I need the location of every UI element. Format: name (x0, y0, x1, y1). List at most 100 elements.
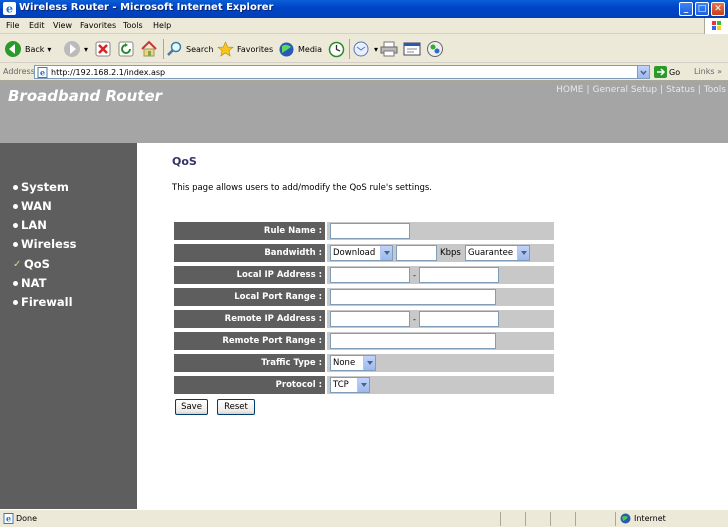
nav-tools[interactable]: Tools (704, 85, 726, 95)
protocol-select[interactable]: TCP (330, 377, 370, 393)
bullet-icon (13, 184, 18, 190)
stop-icon (95, 41, 111, 57)
toolbar: Back ▾ ▾ Search Favorites Media ▾ (0, 35, 728, 63)
printer-icon (380, 41, 398, 57)
print-button[interactable] (380, 39, 398, 59)
minimize-button[interactable]: _ (679, 2, 693, 16)
remote-ip-end-input[interactable] (419, 311, 499, 327)
remote-port-label: Remote Port Range : (174, 332, 325, 350)
bullet-icon (13, 222, 18, 228)
go-button[interactable]: Go (654, 66, 680, 78)
remote-ip-start-input[interactable] (330, 311, 410, 327)
chevron-down-icon (380, 246, 392, 260)
security-zone: Internet (620, 513, 666, 524)
refresh-icon (118, 41, 134, 57)
local-port-label: Local Port Range : (174, 288, 325, 306)
back-button[interactable]: Back ▾ (4, 39, 51, 59)
protocol-label: Protocol : (174, 376, 325, 394)
sidebar-item-lan[interactable]: LAN (13, 218, 47, 232)
local-port-input[interactable] (330, 289, 496, 305)
page-description: This page allows users to add/modify the… (172, 183, 432, 193)
address-label: Address (3, 67, 35, 76)
sidebar-item-wireless[interactable]: Wireless (13, 237, 77, 251)
sidebar-item-system[interactable]: System (13, 180, 69, 194)
local-ip-start-input[interactable] (330, 267, 410, 283)
links-button[interactable]: Links » (694, 67, 722, 76)
bullet-icon (13, 203, 18, 209)
nav-general-setup[interactable]: General Setup (593, 85, 658, 95)
address-bar: Address e http://192.168.2.1/index.asp G… (0, 63, 728, 81)
remote-ip-separator: - (413, 315, 416, 324)
sidebar-item-wan[interactable]: WAN (13, 199, 52, 213)
local-ip-label: Local IP Address : (174, 266, 325, 284)
remote-ip-label: Remote IP Address : (174, 310, 325, 328)
row-protocol: Protocol : TCP (174, 376, 554, 394)
status-divider (500, 512, 501, 526)
svg-text:e: e (6, 3, 13, 16)
chevron-down-icon (363, 356, 375, 370)
favorites-button[interactable]: Favorites (217, 39, 273, 59)
menu-help[interactable]: Help (153, 21, 171, 30)
ie-icon: e (3, 2, 16, 15)
menu-favorites[interactable]: Favorites (80, 21, 116, 30)
bandwidth-mode-select[interactable]: Guarantee (465, 245, 530, 261)
local-ip-separator: - (413, 271, 416, 280)
menu-view[interactable]: View (53, 21, 72, 30)
nav-status[interactable]: Status (666, 85, 695, 95)
row-remote-ip: Remote IP Address : - (174, 310, 554, 328)
address-input[interactable]: e http://192.168.2.1/index.asp (34, 65, 650, 79)
search-icon (167, 41, 182, 56)
sidebar-item-nat[interactable]: NAT (13, 276, 46, 290)
local-ip-end-input[interactable] (419, 267, 499, 283)
nav-home[interactable]: HOME (556, 85, 583, 95)
history-button[interactable] (328, 39, 345, 59)
windows-flag-icon (704, 18, 728, 34)
edit-button[interactable] (403, 39, 421, 59)
forward-button[interactable]: ▾ (63, 39, 88, 59)
reset-button[interactable]: Reset (217, 399, 255, 415)
messenger-icon (427, 41, 443, 57)
messenger-button[interactable] (426, 39, 444, 59)
rule-name-label: Rule Name : (174, 222, 325, 240)
status-divider (525, 512, 526, 526)
row-bandwidth: Bandwidth : Download Kbps Guarantee (174, 244, 554, 262)
sidebar-item-firewall[interactable]: Firewall (13, 295, 73, 309)
menu-edit[interactable]: Edit (29, 21, 45, 30)
router-header: Broadband Router HOME | General Setup | Stat… (0, 81, 728, 143)
chevron-down-icon (357, 378, 369, 392)
traffic-type-select[interactable]: None (330, 355, 376, 371)
sidebar: System WAN LAN Wireless ✓ QoS NAT Firewal… (0, 143, 137, 509)
mail-button[interactable]: ▾ (353, 39, 378, 59)
svg-text:e: e (40, 68, 45, 78)
remote-port-input[interactable] (330, 333, 496, 349)
edit-page-icon (403, 42, 421, 56)
chevron-down-icon: ▾ (374, 44, 379, 54)
globe-icon (620, 513, 631, 524)
menu-tools[interactable]: Tools (123, 21, 143, 30)
address-dropdown-arrow[interactable] (637, 66, 649, 78)
bandwidth-unit: Kbps (440, 248, 461, 258)
bandwidth-direction-select[interactable]: Download (330, 245, 393, 261)
search-button[interactable]: Search (167, 39, 213, 59)
rule-name-input[interactable] (330, 223, 410, 239)
address-url: http://192.168.2.1/index.asp (51, 68, 166, 77)
row-local-port: Local Port Range : (174, 288, 554, 306)
menu-file[interactable]: File (6, 21, 19, 30)
close-button[interactable]: ✕ (711, 2, 725, 16)
save-button[interactable]: Save (175, 399, 208, 415)
media-button[interactable]: Media (278, 39, 322, 59)
media-icon (279, 42, 294, 56)
bandwidth-input[interactable] (396, 245, 437, 261)
sidebar-item-qos[interactable]: ✓ QoS (13, 257, 50, 271)
window-title: Wireless Router - Microsoft Internet Exp… (19, 2, 274, 13)
checkmark-icon: ✓ (13, 258, 22, 270)
stop-button[interactable] (95, 39, 111, 59)
maximize-button[interactable]: □ (695, 2, 709, 16)
star-icon (217, 40, 234, 57)
row-traffic-type: Traffic Type : None (174, 354, 554, 372)
home-button[interactable] (140, 39, 158, 59)
chevron-down-icon: ▾ (47, 44, 52, 54)
refresh-button[interactable] (118, 39, 134, 59)
page-content: Broadband Router HOME | General Setup | Stat… (0, 81, 728, 509)
status-divider (575, 512, 576, 526)
